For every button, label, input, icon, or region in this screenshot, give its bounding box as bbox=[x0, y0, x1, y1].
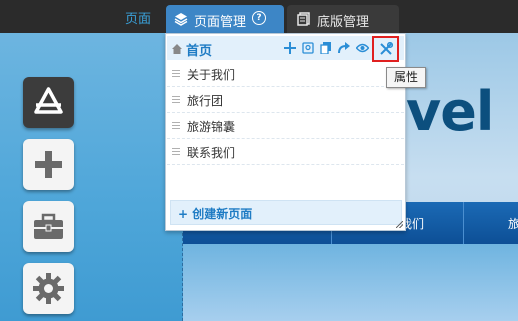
help-icon[interactable]: ? bbox=[252, 11, 266, 25]
page-item-tips[interactable]: 旅游锦囊 bbox=[167, 114, 404, 139]
page-item-tours[interactable]: 旅行团 bbox=[167, 88, 404, 113]
create-page-label: + 创建新页面 bbox=[178, 207, 253, 221]
properties-button[interactable] bbox=[372, 36, 399, 62]
copy-pages-icon bbox=[297, 12, 310, 29]
tooltip: 属性 bbox=[386, 67, 426, 88]
tab-template-manage[interactable]: 底版管理 bbox=[287, 5, 399, 33]
page-item-label: 首页 bbox=[186, 44, 213, 59]
hero-image bbox=[183, 244, 518, 321]
tab-template-manage-label: 底版管理 bbox=[317, 15, 370, 30]
toolbox-button[interactable] bbox=[23, 201, 74, 252]
tab-page-manage[interactable]: 页面管理 ? bbox=[166, 5, 284, 33]
resize-handle[interactable] bbox=[396, 221, 403, 228]
page-item-contact[interactable]: 联系我们 bbox=[167, 140, 404, 165]
drag-handle-icon[interactable] bbox=[172, 96, 180, 104]
copy-icon[interactable] bbox=[319, 40, 333, 56]
add-icon[interactable] bbox=[283, 40, 297, 56]
page-item-label: 关于我们 bbox=[187, 68, 236, 82]
drag-handle-icon[interactable] bbox=[172, 122, 180, 130]
site-nav-item: 旅 bbox=[508, 217, 518, 231]
page-tab-link[interactable]: 页面 bbox=[125, 8, 151, 27]
drag-handle-icon[interactable] bbox=[172, 70, 180, 78]
app-store-button[interactable] bbox=[23, 77, 74, 128]
redirect-icon[interactable] bbox=[337, 40, 351, 56]
page-item-label: 旅行团 bbox=[187, 94, 224, 108]
create-page-button[interactable]: + 创建新页面 bbox=[170, 200, 402, 225]
seo-icon[interactable] bbox=[301, 40, 315, 56]
home-icon bbox=[172, 43, 182, 57]
page-item-home[interactable]: 首页 bbox=[167, 36, 404, 62]
visibility-icon[interactable] bbox=[355, 40, 369, 56]
layers-icon bbox=[174, 12, 188, 29]
page-item-label: 旅游锦囊 bbox=[187, 120, 236, 134]
settings-button[interactable] bbox=[23, 263, 74, 314]
page-manager-panel: 首页 关于我们 旅行团 旅游锦囊 联系我们 + 创建新页面 bbox=[165, 33, 406, 231]
add-element-button[interactable] bbox=[23, 139, 74, 190]
page-item-label: 联系我们 bbox=[187, 146, 236, 160]
hero-title: vel bbox=[406, 80, 494, 143]
page-item-about[interactable]: 关于我们 bbox=[167, 62, 404, 87]
tab-page-manage-label: 页面管理 bbox=[194, 15, 247, 30]
drag-handle-icon[interactable] bbox=[172, 148, 180, 156]
